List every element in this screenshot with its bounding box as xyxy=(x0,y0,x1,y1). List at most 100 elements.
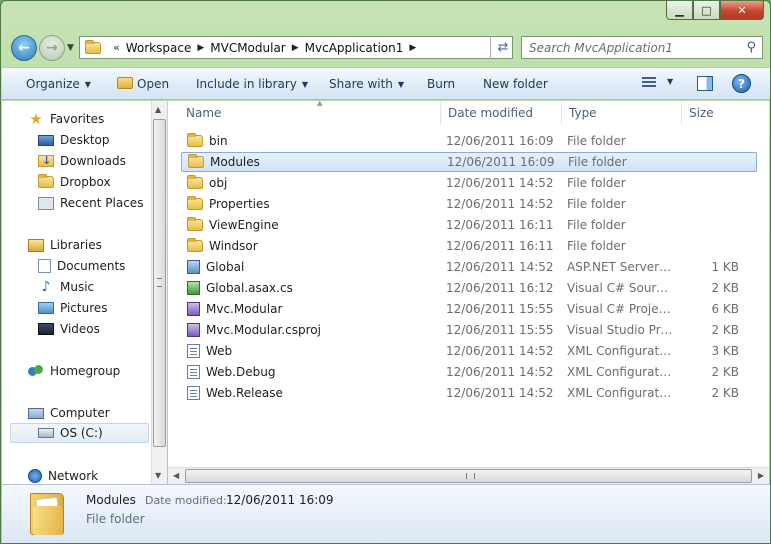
nav-label: Computer xyxy=(50,406,110,420)
file-type: XML Configuratio... xyxy=(567,365,673,379)
nav-documents[interactable]: Documents xyxy=(38,256,125,276)
column-header-type[interactable]: Type xyxy=(562,101,682,125)
include-in-library-button[interactable]: Include in library ▼ xyxy=(196,77,308,91)
file-row[interactable]: Global 12/06/2011 14:52 ASP.NET Server A..… xyxy=(181,257,757,277)
file-row[interactable]: Properties 12/06/2011 14:52 File folder xyxy=(181,194,757,214)
file-row[interactable]: ViewEngine 12/06/2011 16:11 File folder xyxy=(181,215,757,235)
help-icon[interactable]: ? xyxy=(732,74,751,93)
file-name: Properties xyxy=(209,197,270,211)
scroll-right-icon[interactable]: ▶ xyxy=(758,471,764,480)
share-with-button[interactable]: Share with ▼ xyxy=(329,77,404,91)
file-row[interactable]: Mvc.Modular.csproj 12/06/2011 15:55 Visual… xyxy=(181,320,757,340)
breadcrumb-mvcapplication1[interactable]: MvcApplication1 xyxy=(305,41,404,55)
file-name: ViewEngine xyxy=(209,218,279,232)
breadcrumb-separator-icon[interactable]: ▶ xyxy=(197,43,204,53)
file-size: 1 KB xyxy=(711,260,739,274)
nav-label: Dropbox xyxy=(60,175,111,189)
scroll-thumb[interactable] xyxy=(185,469,752,483)
folder-icon xyxy=(85,39,101,54)
breadcrumb-mvcmodular[interactable]: MVCModular xyxy=(210,41,285,55)
file-date: 12/06/2011 16:12 xyxy=(446,281,554,295)
burn-button[interactable]: Burn xyxy=(427,77,455,91)
nav-pictures[interactable]: Pictures xyxy=(38,298,108,318)
back-button[interactable]: ← xyxy=(11,35,37,61)
open-button[interactable]: Open xyxy=(117,77,169,91)
organize-button[interactable]: Organize ▼ xyxy=(26,77,91,91)
column-header-date[interactable]: Date modified xyxy=(441,101,562,125)
breadcrumb-separator-icon[interactable]: ▶ xyxy=(409,43,416,53)
column-header-size[interactable]: Size xyxy=(682,101,762,125)
view-options-dropdown[interactable]: ▼ xyxy=(667,77,673,86)
file-type: Visual C# Source f... xyxy=(567,281,673,295)
nav-label: Music xyxy=(60,280,95,294)
music-note-icon: ♪ xyxy=(41,279,51,295)
refresh-button[interactable]: ⇄ xyxy=(490,36,515,59)
file-row[interactable]: Windsor 12/06/2011 16:11 File folder xyxy=(181,236,757,256)
maximize-button[interactable]: □ xyxy=(693,1,720,20)
file-size: 2 KB xyxy=(711,281,739,295)
minimize-button[interactable]: ▁ xyxy=(666,1,693,20)
recent-pages-dropdown[interactable]: ▼ xyxy=(67,43,74,53)
column-header-name[interactable]: Name ▲ xyxy=(179,99,441,125)
file-name-cell: Modules xyxy=(188,154,260,169)
command-bar: Organize ▼ Open Include in library ▼ Share… xyxy=(2,67,770,100)
breadcrumb-workspace[interactable]: Workspace xyxy=(126,41,192,55)
file-row[interactable]: obj 12/06/2011 14:52 File folder xyxy=(181,173,757,193)
list-horizontal-scrollbar[interactable]: ◀ ▶ xyxy=(168,467,769,484)
nav-favorites[interactable]: ★ Favorites xyxy=(28,109,104,129)
file-size: 2 KB xyxy=(711,323,739,337)
change-view-icon[interactable] xyxy=(642,77,656,89)
forward-button[interactable]: → xyxy=(39,35,65,61)
search-box[interactable]: ⚲ xyxy=(521,36,763,59)
file-row[interactable]: Modules 12/06/2011 16:09 File folder xyxy=(181,152,757,172)
nav-label: Desktop xyxy=(60,133,110,147)
nav-videos[interactable]: Videos xyxy=(38,319,100,339)
close-button[interactable]: ✕ xyxy=(720,1,764,20)
file-date: 12/06/2011 14:52 xyxy=(446,176,554,190)
nav-vertical-scrollbar[interactable]: ▲ ▼ xyxy=(151,101,167,484)
homegroup-icon xyxy=(28,364,44,378)
file-row[interactable]: Mvc.Modular 12/06/2011 15:55 Visual C# Pro… xyxy=(181,299,757,319)
file-name-cell: Web.Debug xyxy=(187,365,275,379)
file-type: Visual C# Project f... xyxy=(567,302,673,316)
file-name: Mvc.Modular.csproj xyxy=(206,323,321,337)
new-folder-button[interactable]: New folder xyxy=(483,77,548,91)
scroll-left-icon[interactable]: ◀ xyxy=(173,471,179,480)
search-input[interactable] xyxy=(529,40,739,55)
pictures-icon xyxy=(38,302,54,314)
scroll-up-icon[interactable]: ▲ xyxy=(155,105,161,114)
file-row[interactable]: Web 12/06/2011 14:52 XML Configuratio... 3 … xyxy=(181,341,757,361)
open-label: Open xyxy=(137,77,170,91)
navigation-pane: ★ Favorites Desktop Downloads Dropbox Rec… xyxy=(2,101,167,484)
scroll-down-icon[interactable]: ▼ xyxy=(155,471,161,480)
column-label: Name xyxy=(186,106,222,120)
address-bar[interactable]: « Workspace ▶ MVCModular ▶ MvcApplicatio… xyxy=(79,36,513,59)
nav-dropbox[interactable]: Dropbox xyxy=(38,172,111,192)
file-row[interactable]: bin 12/06/2011 16:09 File folder xyxy=(181,131,757,151)
file-type: File folder xyxy=(567,134,626,148)
downloads-icon xyxy=(38,154,54,167)
file-row[interactable]: Web.Debug 12/06/2011 14:52 XML Configurati… xyxy=(181,362,757,382)
nav-label: Libraries xyxy=(50,238,102,252)
file-row[interactable]: Web.Release 12/06/2011 14:52 XML Configura… xyxy=(181,383,757,403)
nav-homegroup[interactable]: Homegroup xyxy=(28,361,120,381)
file-row[interactable]: Global.asax.cs 12/06/2011 16:12 Visual C# … xyxy=(181,278,757,298)
preview-pane-icon[interactable] xyxy=(697,76,713,91)
scroll-thumb[interactable] xyxy=(153,119,166,447)
nav-music[interactable]: ♪ Music xyxy=(38,277,95,297)
file-name: Modules xyxy=(210,155,260,169)
nav-recent-places[interactable]: Recent Places xyxy=(38,193,143,213)
breadcrumb-separator-icon[interactable]: ▶ xyxy=(292,43,299,53)
nav-label: Videos xyxy=(60,322,100,336)
nav-downloads[interactable]: Downloads xyxy=(38,151,126,171)
folder-icon xyxy=(187,196,203,210)
nav-network[interactable]: Network xyxy=(28,466,98,486)
file-type: Visual Studio Proj... xyxy=(567,323,673,337)
nav-libraries[interactable]: Libraries xyxy=(28,235,102,255)
nav-computer[interactable]: Computer xyxy=(28,403,110,423)
overflow-chevron-icon[interactable]: « xyxy=(113,41,120,54)
nav-os-drive[interactable]: OS (C:) xyxy=(10,423,149,443)
folder-icon xyxy=(38,174,54,188)
nav-desktop[interactable]: Desktop xyxy=(38,130,110,150)
search-icon[interactable]: ⚲ xyxy=(746,40,756,55)
